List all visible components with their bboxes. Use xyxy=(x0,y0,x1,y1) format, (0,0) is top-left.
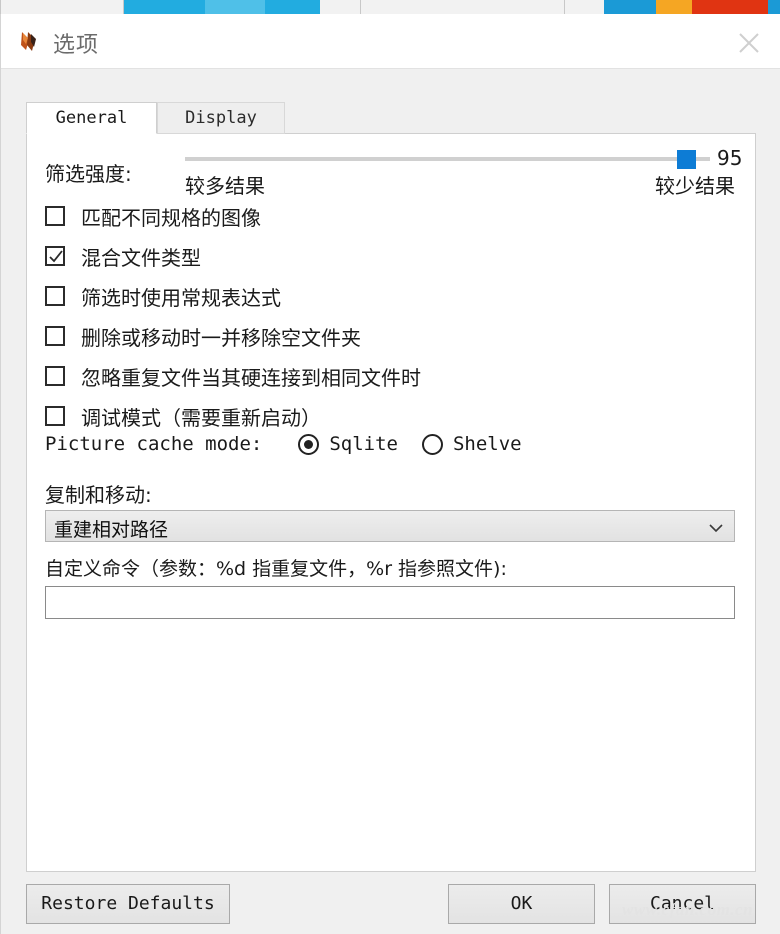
checkbox-label: 删除或移动时一并移除空文件夹 xyxy=(81,325,361,350)
app-arrows-icon xyxy=(17,28,45,56)
filter-strength-label: 筛选强度: xyxy=(45,162,132,186)
cancel-button[interactable]: Cancel xyxy=(609,884,756,924)
picture-cache-mode-row: Picture cache mode: Sqlite Shelve xyxy=(45,426,745,462)
checkbox-debug-mode[interactable] xyxy=(45,406,65,426)
slider-min-label: 较多结果 xyxy=(185,174,265,198)
checkbox-mixed-file-types[interactable] xyxy=(45,246,65,266)
custom-command-input[interactable] xyxy=(45,586,735,619)
radio-sqlite-label: Sqlite xyxy=(329,433,398,455)
checkbox-use-regex[interactable] xyxy=(45,286,65,306)
checkbox-row-match-different-specs[interactable]: 匹配不同规格的图像 xyxy=(45,196,745,236)
slider-handle[interactable] xyxy=(677,150,696,169)
checkbox-label: 筛选时使用常规表达式 xyxy=(81,285,281,310)
copy-move-label: 复制和移动: xyxy=(45,483,152,507)
slider-track[interactable] xyxy=(185,157,710,161)
slider-value: 95 xyxy=(717,146,743,170)
filter-strength-slider[interactable]: 95 较多结果 较少结果 xyxy=(185,144,742,198)
checkbox-label: 忽略重复文件当其硬连接到相同文件时 xyxy=(81,365,421,390)
checkbox-row-remove-empty-folders[interactable]: 删除或移动时一并移除空文件夹 xyxy=(45,316,745,356)
bg-strip-orange xyxy=(656,0,692,14)
tab-display[interactable]: Display xyxy=(157,102,285,134)
close-icon[interactable] xyxy=(726,24,772,60)
bg-strip-blue xyxy=(604,0,656,14)
bg-tab-divider-4 xyxy=(564,0,565,14)
bg-tab-divider-2 xyxy=(123,0,124,14)
custom-command-label: 自定义命令（参数：%d 指重复文件，%r 指参照文件): xyxy=(45,558,507,580)
options-dialog: 选项 General Display 筛选强度: 95 较多结果 较少结果 匹配… xyxy=(0,14,780,934)
bg-tab-divider-1 xyxy=(0,0,1,14)
checkbox-remove-empty-folders[interactable] xyxy=(45,326,65,346)
radio-sqlite-icon[interactable] xyxy=(298,433,320,455)
general-checkbox-list: 匹配不同规格的图像 混合文件类型 筛选时使用常规表达式 删除或移动时一并移除空文… xyxy=(45,196,745,436)
checkbox-label: 混合文件类型 xyxy=(81,245,201,270)
ok-button[interactable]: OK xyxy=(448,884,595,924)
radio-option-sqlite[interactable]: Sqlite xyxy=(298,433,398,455)
radio-shelve-label: Shelve xyxy=(452,433,522,455)
bg-tab-divider-3 xyxy=(360,0,361,14)
dialog-title: 选项 xyxy=(53,33,100,58)
dialog-body: General Display 筛选强度: 95 较多结果 较少结果 匹配不同规… xyxy=(1,69,780,879)
copy-move-select[interactable]: 重建相对路径 xyxy=(45,510,735,542)
bg-tab-cyan-highlight xyxy=(205,0,265,14)
checkbox-label: 匹配不同规格的图像 xyxy=(81,205,261,230)
background-browser-tabstrip xyxy=(0,0,780,14)
restore-defaults-button[interactable]: Restore Defaults xyxy=(26,884,230,924)
tab-general[interactable]: General xyxy=(26,102,157,134)
checkbox-row-use-regex[interactable]: 筛选时使用常规表达式 xyxy=(45,276,745,316)
bg-strip-red xyxy=(692,0,768,14)
chevron-down-icon xyxy=(708,521,724,539)
filter-strength-row: 筛选强度: 95 较多结果 较少结果 xyxy=(45,144,745,198)
slider-max-label: 较少结果 xyxy=(655,174,735,198)
tab-bar: General Display xyxy=(26,102,756,134)
checkbox-row-ignore-hardlinked[interactable]: 忽略重复文件当其硬连接到相同文件时 xyxy=(45,356,745,396)
bg-strip-blue-right xyxy=(768,0,780,14)
picture-cache-mode-label: Picture cache mode: xyxy=(45,433,263,455)
radio-option-shelve[interactable]: Shelve xyxy=(421,433,522,455)
tab-panel-general: 筛选强度: 95 较多结果 较少结果 匹配不同规格的图像 混合文件类型 筛选时使… xyxy=(26,133,756,872)
checkbox-row-mixed-file-types[interactable]: 混合文件类型 xyxy=(45,236,745,276)
checkbox-match-different-specs[interactable] xyxy=(45,206,65,226)
dialog-footer: Restore Defaults OK Cancel xyxy=(1,879,780,934)
checkbox-ignore-hardlinked[interactable] xyxy=(45,366,65,386)
dialog-titlebar: 选项 xyxy=(1,14,780,69)
radio-shelve-icon[interactable] xyxy=(421,433,443,455)
copy-move-selected-value: 重建相对路径 xyxy=(54,519,169,541)
